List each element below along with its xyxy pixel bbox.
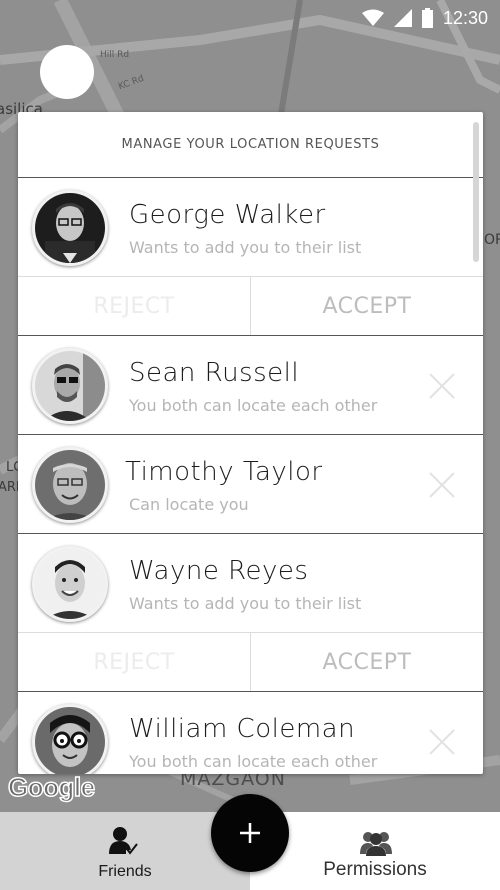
person-name: Wayne Reyes: [129, 556, 309, 586]
list-item[interactable]: Wayne Reyes Wants to add you to their li…: [18, 534, 483, 633]
avatar: [32, 546, 108, 622]
avatar: [32, 704, 108, 774]
list-item[interactable]: Timothy Taylor Can locate you: [18, 435, 483, 534]
person-status: You both can locate each other: [129, 396, 378, 415]
map-label: ARI: [0, 480, 20, 495]
plus-icon: [240, 823, 260, 843]
person-name: Timothy Taylor: [125, 457, 323, 487]
tab-friends-label: Friends: [98, 863, 152, 880]
status-time: 12:30: [442, 7, 488, 28]
map-label: OP: [484, 232, 500, 248]
close-icon[interactable]: [427, 727, 457, 757]
tab-permissions-label: Permissions: [323, 859, 427, 880]
location-requests-card: MANAGE YOUR LOCATION REQUESTS George Wal…: [18, 112, 483, 774]
avatar: [32, 190, 108, 266]
list-item[interactable]: Sean Russell You both can locate each ot…: [18, 336, 483, 435]
reject-button[interactable]: REJECT: [18, 633, 251, 691]
accept-button[interactable]: ACCEPT: [251, 633, 483, 691]
person-name: William Coleman: [129, 714, 356, 744]
person-name: Sean Russell: [129, 358, 300, 388]
add-friend-button[interactable]: [211, 794, 289, 872]
request-actions: REJECT ACCEPT: [18, 277, 483, 336]
accept-button[interactable]: ACCEPT: [251, 277, 483, 335]
google-logo: Google: [7, 771, 96, 803]
request-actions: REJECT ACCEPT: [18, 633, 483, 692]
wifi-icon: [361, 9, 384, 26]
status-bar: 12:30: [0, 0, 500, 36]
location-marker[interactable]: [40, 45, 94, 99]
battery-icon: [421, 8, 433, 28]
person-status: Can locate you: [129, 495, 249, 514]
card-title: MANAGE YOUR LOCATION REQUESTS: [18, 112, 483, 178]
close-icon[interactable]: [427, 371, 457, 401]
group-icon: [360, 832, 392, 856]
list-item[interactable]: George Walker Wants to add you to their …: [18, 178, 483, 277]
map-label: Hill Rd: [100, 50, 130, 60]
avatar: [32, 447, 108, 523]
person-status: Wants to add you to their list: [129, 594, 362, 613]
close-icon[interactable]: [427, 470, 457, 500]
friends-icon: [109, 827, 138, 855]
list-item[interactable]: William Coleman You both can locate each…: [18, 692, 483, 774]
person-status: You both can locate each other: [129, 752, 378, 771]
person-name: George Walker: [129, 200, 326, 230]
signal-icon: [393, 9, 412, 27]
avatar: [32, 348, 108, 424]
reject-button[interactable]: REJECT: [18, 277, 251, 335]
person-status: Wants to add you to their list: [129, 238, 362, 257]
